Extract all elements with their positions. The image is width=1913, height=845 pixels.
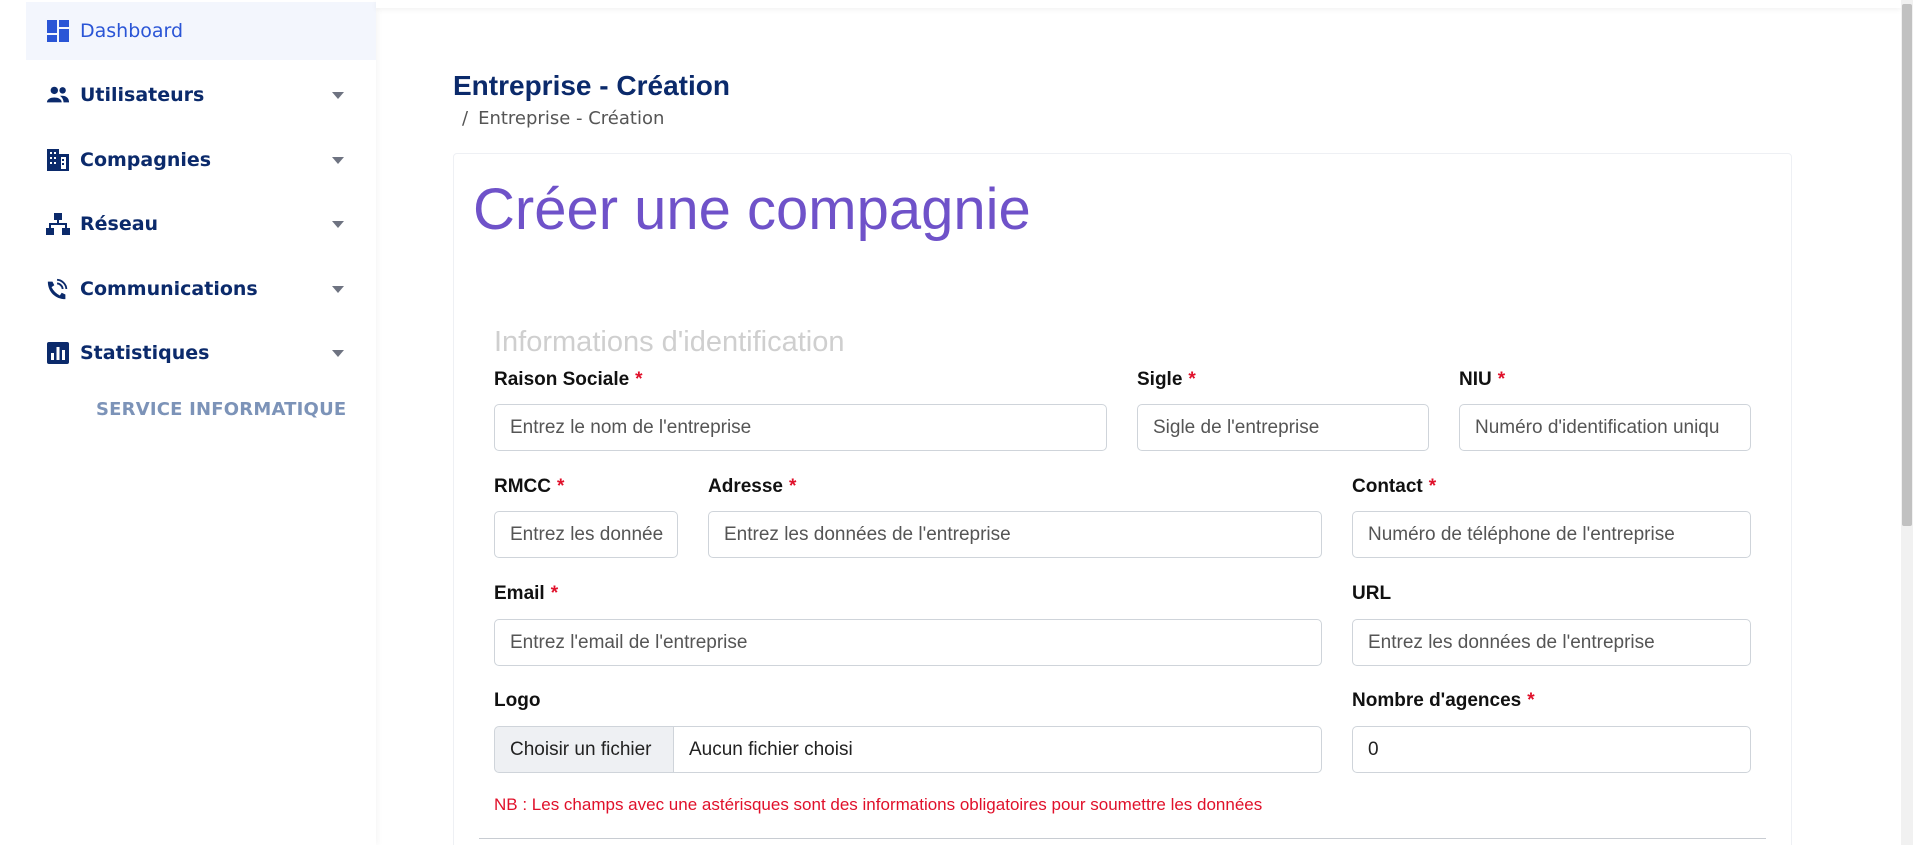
section-title: Informations d'identification (494, 326, 845, 358)
top-bar (376, 0, 1901, 8)
niu-input[interactable]: Numéro d'identification uniqu (1459, 404, 1751, 451)
card-title: Créer une compagnie (473, 177, 1031, 242)
sidebar-item-utilisateurs[interactable]: Utilisateurs (26, 66, 376, 124)
sidebar-item-label: Communications (80, 278, 258, 300)
sidebar-item-label: Réseau (80, 213, 159, 235)
file-name-display[interactable]: Aucun fichier choisi (673, 726, 1322, 773)
scrollbar-thumb[interactable] (1902, 4, 1912, 526)
form-divider (479, 838, 1766, 839)
adresse-input[interactable]: Entrez les données de l'entreprise (708, 511, 1322, 558)
chevron-down-icon[interactable] (332, 349, 344, 357)
page-scrollbar[interactable] (1901, 0, 1913, 845)
contact-input[interactable]: Numéro de téléphone de l'entreprise (1352, 511, 1751, 558)
nombre-agences-label: Nombre d'agences * (1352, 690, 1535, 711)
chevron-down-icon[interactable] (332, 156, 344, 164)
sidebar-item-statistiques[interactable]: Statistiques (26, 324, 376, 382)
rmcc-input[interactable]: Entrez les donnée (494, 511, 678, 558)
statistics-icon (46, 341, 70, 365)
contact-label: Contact * (1352, 476, 1437, 497)
page-title: Entreprise - Création (453, 70, 730, 101)
service-label: SERVICE INFORMATIQUE (96, 399, 347, 420)
niu-label: NIU * (1459, 369, 1506, 390)
email-input[interactable]: Entrez l'email de l'entreprise (494, 619, 1322, 666)
chevron-down-icon[interactable] (332, 285, 344, 293)
communications-icon (46, 277, 70, 301)
sidebar-item-label: Utilisateurs (80, 84, 205, 106)
raison-sociale-label: Raison Sociale * (494, 369, 643, 390)
email-label: Email * (494, 583, 559, 604)
required-fields-note: NB : Les champs avec une astérisques son… (494, 795, 1263, 814)
adresse-label: Adresse * (708, 476, 797, 497)
logo-label: Logo (494, 690, 541, 711)
nombre-agences-input[interactable]: 0 (1352, 726, 1751, 773)
sidebar-item-label: Dashboard (80, 20, 184, 42)
building-icon (46, 148, 70, 172)
sidebar-item-label: Statistiques (80, 342, 210, 364)
sidebar-item-reseau[interactable]: Réseau (26, 195, 376, 253)
chevron-down-icon[interactable] (332, 220, 344, 228)
breadcrumb: / Entreprise - Création (462, 108, 664, 129)
breadcrumb-current: Entreprise - Création (478, 108, 665, 129)
app-root: Dashboard Utilisateurs Compagnies Réseau (0, 0, 1913, 845)
sidebar-item-communications[interactable]: Communications (26, 260, 376, 318)
sidebar-item-compagnies[interactable]: Compagnies (26, 131, 376, 189)
chevron-down-icon[interactable] (332, 91, 344, 99)
choose-file-button[interactable]: Choisir un fichier (494, 726, 673, 773)
sigle-label: Sigle * (1137, 369, 1196, 390)
raison-sociale-input[interactable]: Entrez le nom de l'entreprise (494, 404, 1107, 451)
sidebar-item-label: Compagnies (80, 149, 212, 171)
url-label: URL (1352, 583, 1392, 604)
sigle-input[interactable]: Sigle de l'entreprise (1137, 404, 1429, 451)
sidebar: Dashboard Utilisateurs Compagnies Réseau (0, 0, 376, 845)
network-icon (46, 212, 70, 236)
dashboard-icon (46, 19, 70, 43)
url-input[interactable]: Entrez les données de l'entreprise (1352, 619, 1751, 666)
sidebar-item-dashboard[interactable]: Dashboard (26, 2, 376, 60)
users-icon (46, 83, 70, 107)
breadcrumb-separator: / (462, 108, 469, 129)
rmcc-label: RMCC * (494, 476, 565, 497)
